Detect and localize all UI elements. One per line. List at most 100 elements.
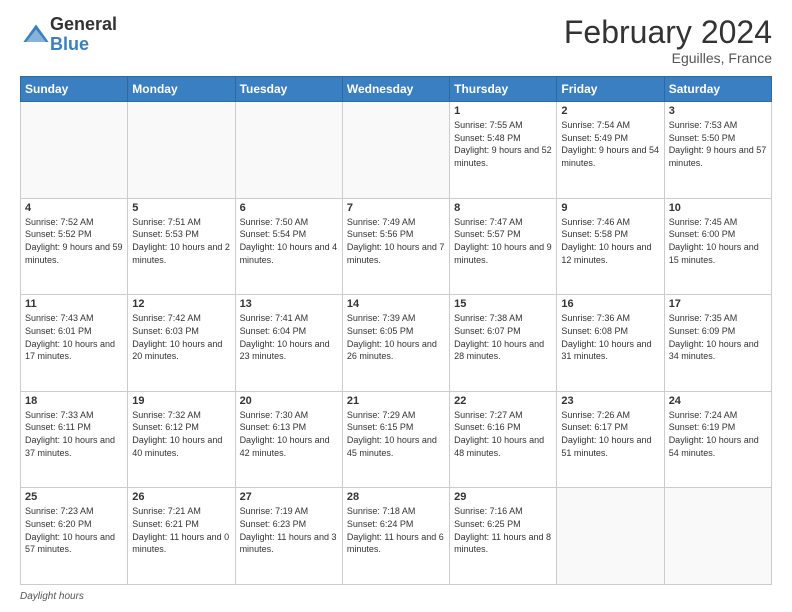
footer-label: Daylight hours <box>20 591 84 602</box>
header: General Blue February 2024 Eguilles, Fra… <box>20 15 772 66</box>
title-block: February 2024 Eguilles, France <box>564 15 772 66</box>
logo-blue-text: Blue <box>50 35 117 55</box>
calendar-cell: 10 Sunrise: 7:45 AM Sunset: 6:00 PM Dayli… <box>664 198 771 295</box>
calendar-week-1: 4 Sunrise: 7:52 AM Sunset: 5:52 PM Daylig… <box>21 198 772 295</box>
day-info: Sunrise: 7:26 AM Sunset: 6:17 PM Dayligh… <box>561 409 659 459</box>
day-info: Sunrise: 7:42 AM Sunset: 6:03 PM Dayligh… <box>132 312 230 362</box>
day-number: 20 <box>240 395 338 407</box>
calendar-cell: 7 Sunrise: 7:49 AM Sunset: 5:56 PM Daylig… <box>342 198 449 295</box>
day-number: 26 <box>132 491 230 503</box>
day-info: Sunrise: 7:46 AM Sunset: 5:58 PM Dayligh… <box>561 216 659 266</box>
calendar-cell: 25 Sunrise: 7:23 AM Sunset: 6:20 PM Dayli… <box>21 488 128 585</box>
calendar-header-tuesday: Tuesday <box>235 77 342 102</box>
day-info: Sunrise: 7:49 AM Sunset: 5:56 PM Dayligh… <box>347 216 445 266</box>
calendar-cell: 17Sunrise: 7:35 AM Sunset: 6:09 PM Dayli… <box>664 295 771 392</box>
day-number: 16 <box>561 298 659 310</box>
calendar-cell: 22 Sunrise: 7:27 AM Sunset: 6:16 PM Dayli… <box>450 391 557 488</box>
logo: General Blue <box>20 15 117 55</box>
day-info: Sunrise: 7:36 AM Sunset: 6:08 PM Dayligh… <box>561 312 659 362</box>
day-number: 3 <box>669 105 767 117</box>
day-info: Sunrise: 7:54 AM Sunset: 5:49 PM Dayligh… <box>561 119 659 169</box>
day-info: Sunrise: 7:27 AM Sunset: 6:16 PM Dayligh… <box>454 409 552 459</box>
calendar-cell: 6Sunrise: 7:50 AM Sunset: 5:54 PM Daylig… <box>235 198 342 295</box>
calendar-cell: 14 Sunrise: 7:39 AM Sunset: 6:05 PM Dayli… <box>342 295 449 392</box>
day-number: 25 <box>25 491 123 503</box>
day-number: 2 <box>561 105 659 117</box>
calendar-header-friday: Friday <box>557 77 664 102</box>
calendar-week-4: 25 Sunrise: 7:23 AM Sunset: 6:20 PM Dayli… <box>21 488 772 585</box>
day-info: Sunrise: 7:45 AM Sunset: 6:00 PM Dayligh… <box>669 216 767 266</box>
calendar-cell: 20Sunrise: 7:30 AM Sunset: 6:13 PM Dayli… <box>235 391 342 488</box>
day-number: 15 <box>454 298 552 310</box>
day-info: Sunrise: 7:43 AM Sunset: 6:01 PM Dayligh… <box>25 312 123 362</box>
day-number: 10 <box>669 202 767 214</box>
day-info: Sunrise: 7:52 AM Sunset: 5:52 PM Dayligh… <box>25 216 123 266</box>
day-number: 4 <box>25 202 123 214</box>
logo-icon <box>22 21 50 49</box>
day-number: 13 <box>240 298 338 310</box>
calendar-cell: 13 Sunrise: 7:41 AM Sunset: 6:04 PM Dayli… <box>235 295 342 392</box>
calendar-cell: 1Sunrise: 7:55 AM Sunset: 5:48 PM Daylig… <box>450 102 557 199</box>
day-number: 14 <box>347 298 445 310</box>
logo-general-text: General <box>50 15 117 35</box>
day-info: Sunrise: 7:50 AM Sunset: 5:54 PM Dayligh… <box>240 216 338 266</box>
calendar-cell: 23Sunrise: 7:26 AM Sunset: 6:17 PM Dayli… <box>557 391 664 488</box>
calendar-cell: 4 Sunrise: 7:52 AM Sunset: 5:52 PM Daylig… <box>21 198 128 295</box>
calendar-cell: 12 Sunrise: 7:42 AM Sunset: 6:03 PM Dayli… <box>128 295 235 392</box>
calendar-cell <box>664 488 771 585</box>
calendar-cell: 26 Sunrise: 7:21 AM Sunset: 6:21 PM Dayli… <box>128 488 235 585</box>
day-number: 7 <box>347 202 445 214</box>
day-info: Sunrise: 7:23 AM Sunset: 6:20 PM Dayligh… <box>25 505 123 555</box>
day-info: Sunrise: 7:38 AM Sunset: 6:07 PM Dayligh… <box>454 312 552 362</box>
calendar-cell: 21 Sunrise: 7:29 AM Sunset: 6:15 PM Dayli… <box>342 391 449 488</box>
calendar-cell: 5 Sunrise: 7:51 AM Sunset: 5:53 PM Daylig… <box>128 198 235 295</box>
subtitle: Eguilles, France <box>564 50 772 66</box>
day-number: 9 <box>561 202 659 214</box>
day-info: Sunrise: 7:21 AM Sunset: 6:21 PM Dayligh… <box>132 505 230 555</box>
calendar-header-wednesday: Wednesday <box>342 77 449 102</box>
day-number: 27 <box>240 491 338 503</box>
calendar-week-2: 11 Sunrise: 7:43 AM Sunset: 6:01 PM Dayli… <box>21 295 772 392</box>
calendar-cell: 11 Sunrise: 7:43 AM Sunset: 6:01 PM Dayli… <box>21 295 128 392</box>
day-info: Sunrise: 7:35 AM Sunset: 6:09 PM Dayligh… <box>669 312 767 362</box>
day-info: Sunrise: 7:29 AM Sunset: 6:15 PM Dayligh… <box>347 409 445 459</box>
day-info: Sunrise: 7:33 AM Sunset: 6:11 PM Dayligh… <box>25 409 123 459</box>
day-info: Sunrise: 7:19 AM Sunset: 6:23 PM Dayligh… <box>240 505 338 555</box>
day-info: Sunrise: 7:39 AM Sunset: 6:05 PM Dayligh… <box>347 312 445 362</box>
day-number: 28 <box>347 491 445 503</box>
day-info: Sunrise: 7:16 AM Sunset: 6:25 PM Dayligh… <box>454 505 552 555</box>
calendar-cell: 29 Sunrise: 7:16 AM Sunset: 6:25 PM Dayli… <box>450 488 557 585</box>
calendar-header-monday: Monday <box>128 77 235 102</box>
calendar-header-sunday: Sunday <box>21 77 128 102</box>
calendar-header-thursday: Thursday <box>450 77 557 102</box>
calendar-cell <box>235 102 342 199</box>
day-number: 5 <box>132 202 230 214</box>
calendar-cell: 19Sunrise: 7:32 AM Sunset: 6:12 PM Dayli… <box>128 391 235 488</box>
calendar-cell: 28 Sunrise: 7:18 AM Sunset: 6:24 PM Dayli… <box>342 488 449 585</box>
calendar-cell: 9 Sunrise: 7:46 AM Sunset: 5:58 PM Daylig… <box>557 198 664 295</box>
calendar-header-saturday: Saturday <box>664 77 771 102</box>
calendar-cell <box>21 102 128 199</box>
day-number: 22 <box>454 395 552 407</box>
day-info: Sunrise: 7:51 AM Sunset: 5:53 PM Dayligh… <box>132 216 230 266</box>
day-info: Sunrise: 7:47 AM Sunset: 5:57 PM Dayligh… <box>454 216 552 266</box>
calendar-cell: 18Sunrise: 7:33 AM Sunset: 6:11 PM Dayli… <box>21 391 128 488</box>
calendar-cell: 27 Sunrise: 7:19 AM Sunset: 6:23 PM Dayli… <box>235 488 342 585</box>
day-info: Sunrise: 7:41 AM Sunset: 6:04 PM Dayligh… <box>240 312 338 362</box>
calendar-cell: 2 Sunrise: 7:54 AM Sunset: 5:49 PM Daylig… <box>557 102 664 199</box>
day-info: Sunrise: 7:24 AM Sunset: 6:19 PM Dayligh… <box>669 409 767 459</box>
calendar-cell <box>557 488 664 585</box>
day-info: Sunrise: 7:53 AM Sunset: 5:50 PM Dayligh… <box>669 119 767 169</box>
calendar-cell: 3 Sunrise: 7:53 AM Sunset: 5:50 PM Daylig… <box>664 102 771 199</box>
calendar-cell: 24Sunrise: 7:24 AM Sunset: 6:19 PM Dayli… <box>664 391 771 488</box>
calendar-table: SundayMondayTuesdayWednesdayThursdayFrid… <box>20 76 772 585</box>
day-number: 21 <box>347 395 445 407</box>
day-number: 8 <box>454 202 552 214</box>
main-title: February 2024 <box>564 15 772 50</box>
day-info: Sunrise: 7:18 AM Sunset: 6:24 PM Dayligh… <box>347 505 445 555</box>
day-number: 12 <box>132 298 230 310</box>
calendar-cell: 16 Sunrise: 7:36 AM Sunset: 6:08 PM Dayli… <box>557 295 664 392</box>
day-number: 29 <box>454 491 552 503</box>
day-number: 11 <box>25 298 123 310</box>
day-number: 1 <box>454 105 552 117</box>
